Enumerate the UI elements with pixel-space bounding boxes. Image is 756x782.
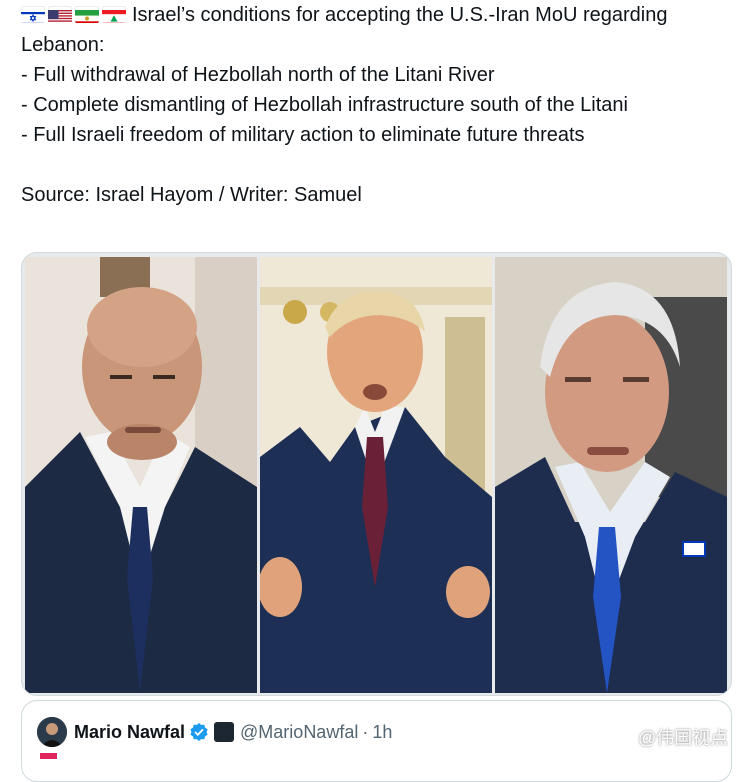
post-title-line-2: Lebanon:: [21, 30, 733, 60]
post-text: Israel’s conditions for accepting the U.…: [21, 0, 733, 210]
watermark-text: @伟国视点: [638, 724, 728, 750]
affiliate-badge-icon: [214, 722, 234, 742]
quoted-media-preview: [40, 753, 57, 759]
post-source: Source: Israel Hayom / Writer: Samuel: [21, 180, 733, 210]
bullet-1: - Full withdrawal of Hezbollah north of …: [21, 60, 733, 90]
weibo-icon: [612, 726, 638, 748]
us-flag-icon: [48, 6, 72, 23]
verified-badge-icon: [189, 722, 209, 742]
flag-emoji-group: [21, 6, 126, 23]
author-handle[interactable]: @MarioNawfal: [240, 722, 358, 743]
media-grid[interactable]: [21, 252, 732, 696]
post-title: Israel’s conditions for accepting the U.…: [132, 4, 667, 26]
author-name[interactable]: Mario Nawfal: [74, 722, 185, 743]
photo-center-trump[interactable]: [260, 257, 492, 693]
iran-flag-icon: [75, 6, 99, 23]
bullet-2: - Complete dismantling of Hezbollah infr…: [21, 90, 733, 120]
watermark: @伟国视点: [612, 724, 728, 750]
photo-right-netanyahu[interactable]: [495, 257, 727, 693]
post-title-line-1: Israel’s conditions for accepting the U.…: [21, 0, 733, 30]
post-timestamp[interactable]: 1h: [372, 722, 392, 743]
lebanon-flag-icon: [102, 6, 126, 23]
photo-left-official[interactable]: [25, 257, 257, 693]
avatar[interactable]: [37, 717, 67, 747]
quoted-post-header: Mario Nawfal @MarioNawfal · 1h: [37, 717, 392, 747]
separator-dot: ·: [362, 722, 368, 743]
bullet-3: - Full Israeli freedom of military actio…: [21, 120, 733, 150]
israel-flag-icon: [21, 6, 45, 23]
